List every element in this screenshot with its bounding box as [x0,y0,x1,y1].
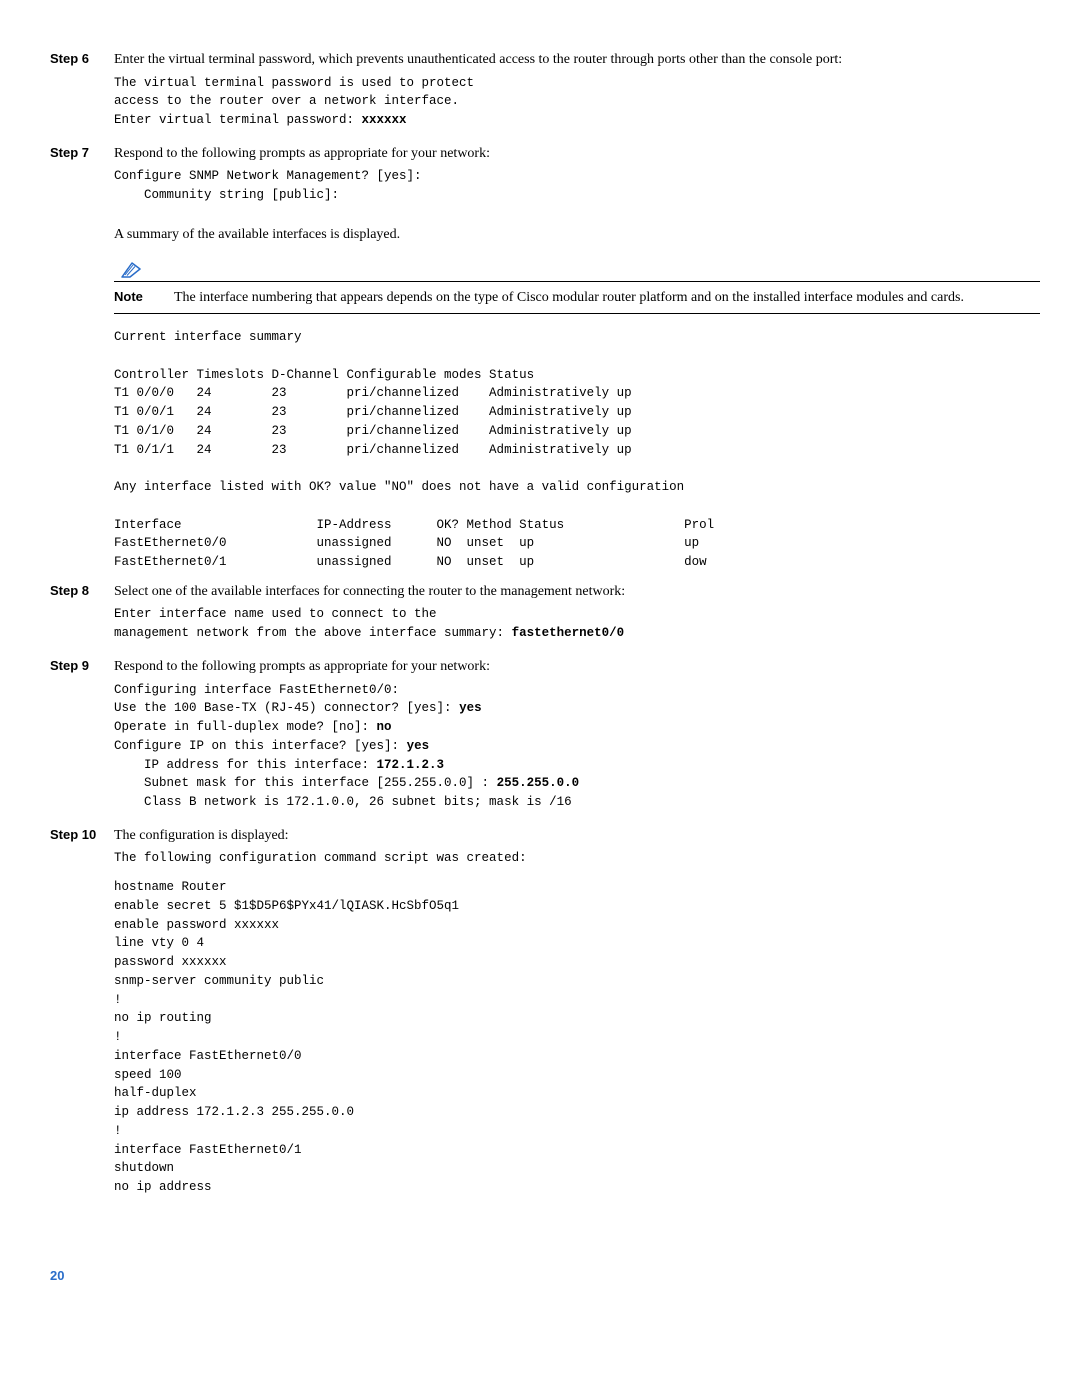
step-6-row: Step 6 Enter the virtual terminal passwo… [50,50,1040,140]
step-7-code: Configure SNMP Network Management? [yes]… [114,167,1040,205]
step-10-text: The configuration is displayed: [114,826,1040,846]
step7-code-l1: Configure SNMP Network Management? [yes]… [114,169,422,183]
note-top-rule [114,281,1040,282]
step-7-row: Step 7 Respond to the following prompts … [50,144,1040,249]
step8-code-l2-pre: management network from the above interf… [114,626,512,640]
step-8-code: Enter interface name used to connect to … [114,605,1040,643]
note-text: The interface numbering that appears dep… [174,288,1040,308]
step-8-label: Step 8 [50,582,114,653]
note-bottom-rule [114,313,1040,314]
step-10-content: The configuration is displayed: The foll… [114,826,1040,1207]
step-10-row: Step 10 The configuration is displayed: … [50,826,1040,1207]
interface-summary-wrapper: Current interface summary Controller Tim… [114,328,1040,572]
step-9-content: Respond to the following prompts as appr… [114,657,1040,822]
step-6-code: The virtual terminal password is used to… [114,74,1040,130]
step6-code-l3-b: xxxxxx [362,113,407,127]
step-8-row: Step 8 Select one of the available inter… [50,582,1040,653]
step9-code-l7: Class B network is 172.1.0.0, 26 subnet … [114,795,572,809]
step-10-code-block: hostname Router enable secret 5 $1$D5P6$… [114,878,1040,1197]
step9-code-l2-b: yes [459,701,482,715]
step9-code-l3-pre: Operate in full-duplex mode? [no]: [114,720,377,734]
step6-code-l3-pre: Enter virtual terminal password: [114,113,362,127]
step-7-text: Respond to the following prompts as appr… [114,144,1040,164]
step-10-code-intro: The following configuration command scri… [114,849,1040,868]
step8-code-l2-b: fastethernet0/0 [512,626,625,640]
step9-code-l1: Configuring interface FastEthernet0/0: [114,683,399,697]
step-10-label: Step 10 [50,826,114,1207]
step-7-summary-line: A summary of the available interfaces is… [114,225,1040,245]
note-icon [118,259,1040,279]
step7-code-l2: Community string [public]: [114,188,339,202]
step9-code-l3-b: no [377,720,392,734]
step-7-content: Respond to the following prompts as appr… [114,144,1040,249]
note-block: Note The interface numbering that appear… [114,259,1040,315]
step9-code-l4-b: yes [407,739,430,753]
step9-code-l6-b: 255.255.0.0 [497,776,580,790]
note-row: Note The interface numbering that appear… [114,288,1040,308]
step-9-label: Step 9 [50,657,114,822]
step8-code-l1: Enter interface name used to connect to … [114,607,437,621]
step-9-code: Configuring interface FastEthernet0/0: U… [114,681,1040,812]
note-label: Note [114,288,174,308]
step6-code-l2: access to the router over a network inte… [114,94,459,108]
interface-summary: Current interface summary Controller Tim… [114,328,1040,572]
step-9-row: Step 9 Respond to the following prompts … [50,657,1040,822]
step9-code-l5-b: 172.1.2.3 [377,758,445,772]
step-6-text: Enter the virtual terminal password, whi… [114,50,1040,70]
step9-code-l5-pre: IP address for this interface: [114,758,377,772]
step9-code-l4-pre: Configure IP on this interface? [yes]: [114,739,407,753]
step-6-label: Step 6 [50,50,114,140]
step-6-content: Enter the virtual terminal password, whi… [114,50,1040,140]
step-7-label: Step 7 [50,144,114,249]
step-8-content: Select one of the available interfaces f… [114,582,1040,653]
step-8-text: Select one of the available interfaces f… [114,582,1040,602]
page-number: 20 [50,1267,1040,1285]
step6-code-l1: The virtual terminal password is used to… [114,76,474,90]
step9-code-l6-pre: Subnet mask for this interface [255.255.… [114,776,497,790]
step-9-text: Respond to the following prompts as appr… [114,657,1040,677]
step9-code-l2-pre: Use the 100 Base-TX (RJ-45) connector? [… [114,701,459,715]
